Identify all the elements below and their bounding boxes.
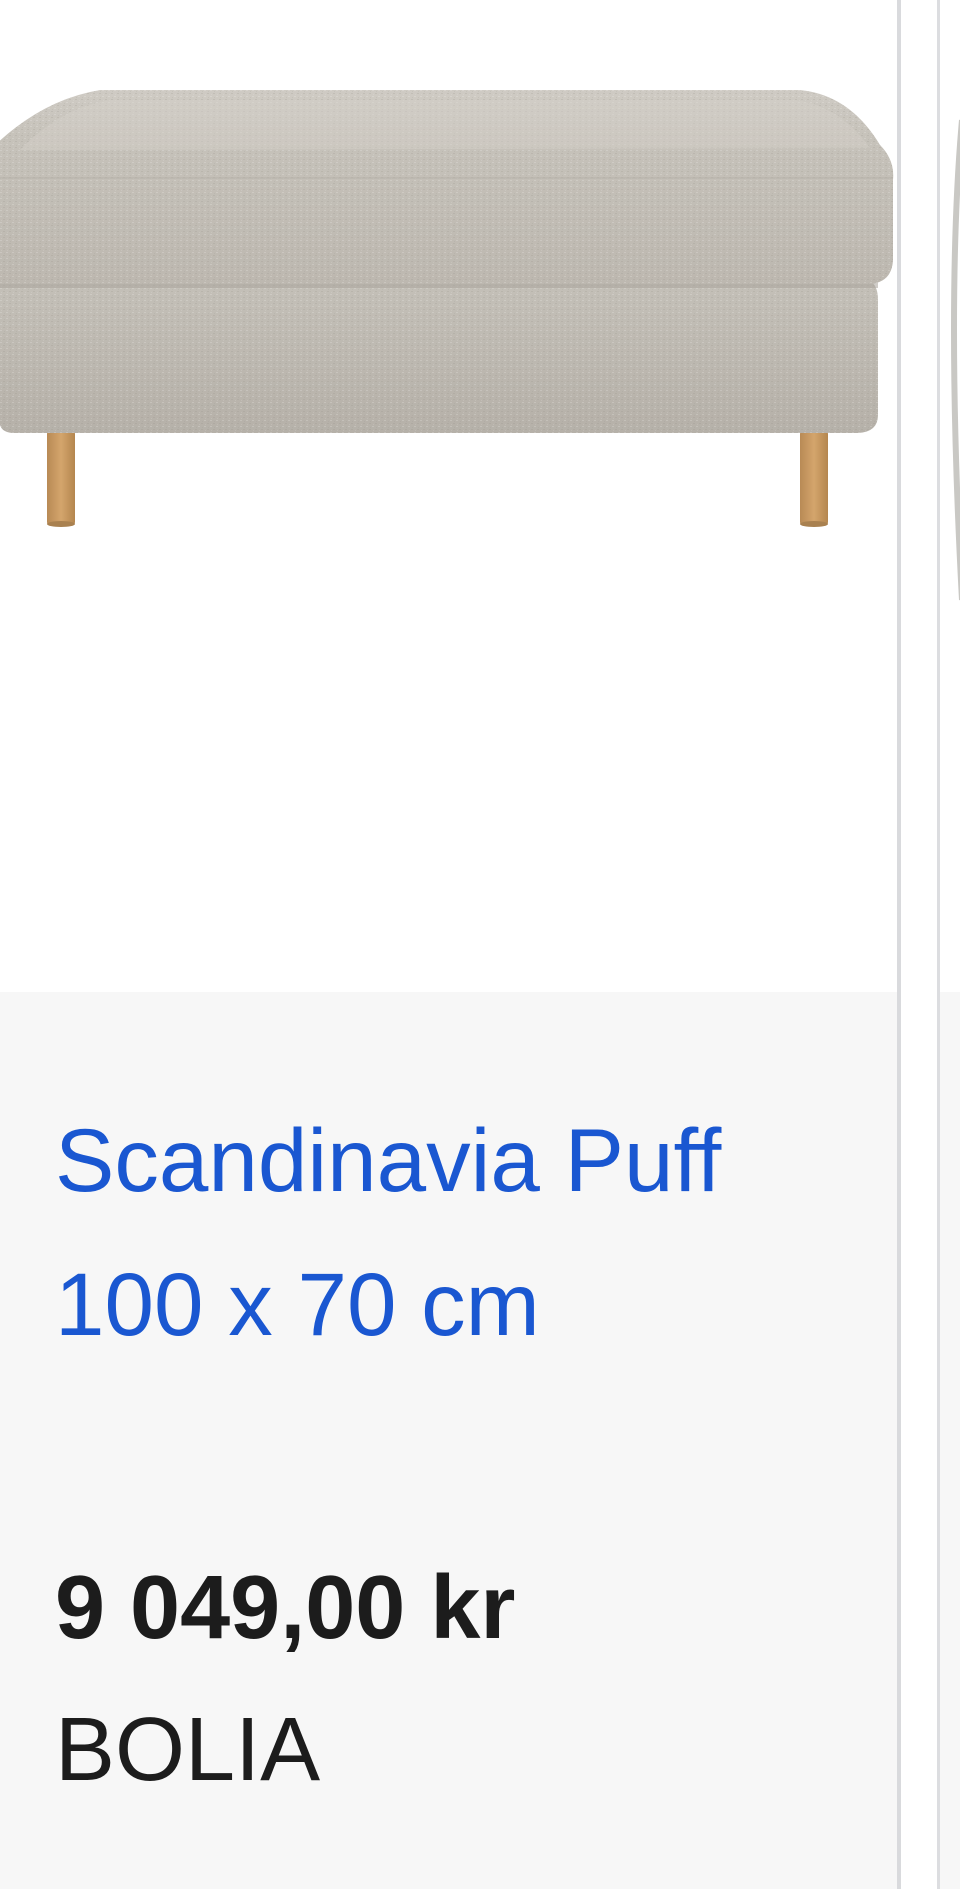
product-carousel: Scandinavia Puff 100 x 70 cm 9 049,00 kr…	[0, 0, 960, 1889]
seller-name: BOLIA	[55, 1700, 321, 1800]
card-gap	[901, 0, 937, 1889]
next-product-info	[940, 992, 960, 1889]
product-card[interactable]: Scandinavia Puff 100 x 70 cm 9 049,00 kr…	[0, 0, 897, 1889]
product-price: 9 049,00 kr	[55, 1558, 516, 1658]
product-title-link[interactable]: Scandinavia Puff 100 x 70 cm	[55, 1088, 835, 1376]
next-product-image	[951, 119, 960, 601]
product-image[interactable]	[0, 0, 897, 992]
ottoman-image	[0, 90, 894, 527]
next-product-card[interactable]	[937, 0, 960, 1889]
